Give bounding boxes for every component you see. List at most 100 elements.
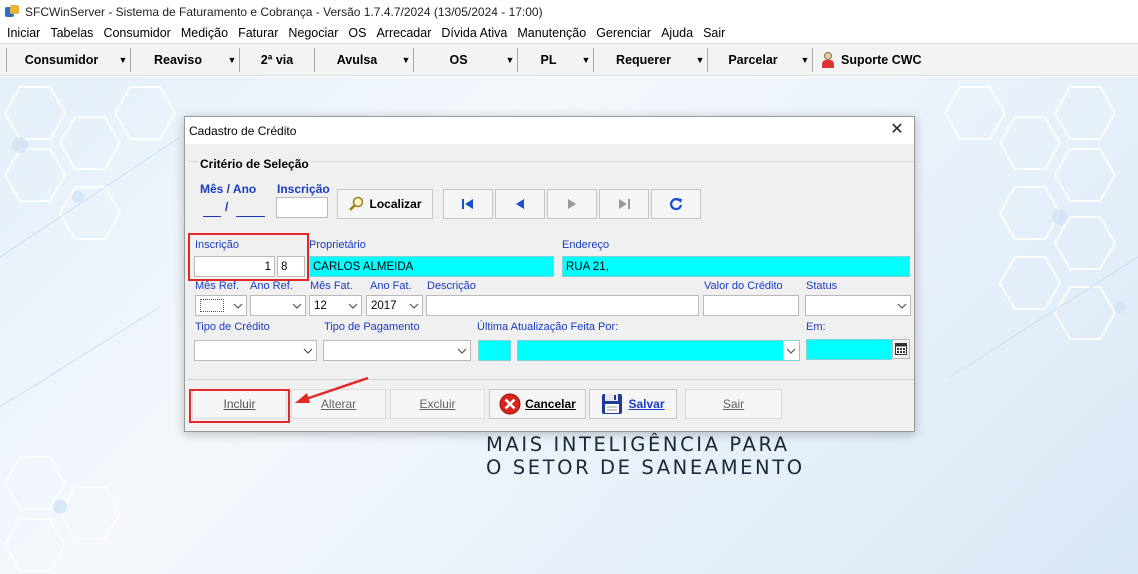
ano-ref-label: Ano Ref.: [250, 280, 293, 292]
search-ano-field[interactable]: [236, 203, 265, 217]
close-icon[interactable]: ✕: [888, 121, 906, 139]
salvar-label: Salvar: [628, 397, 665, 411]
mes-ref-select[interactable]: [195, 295, 247, 316]
cancel-x-icon: [499, 393, 521, 415]
tipo-credito-select[interactable]: [194, 340, 317, 361]
menu-medicao[interactable]: Medição: [176, 26, 233, 40]
tipo-pagamento-select[interactable]: [323, 340, 471, 361]
skip-first-icon: [462, 199, 473, 209]
toolbar-2via-button[interactable]: 2ª via: [240, 47, 314, 73]
toolbar-requerer-button[interactable]: Requerer ▼: [594, 47, 707, 73]
chevron-down-icon[interactable]: [345, 296, 361, 315]
toolbar-suporte-button[interactable]: Suporte CWC: [813, 51, 922, 68]
excluir-label: Excluir: [419, 397, 456, 411]
mes-fat-select[interactable]: 12: [309, 295, 362, 316]
search-mes-field[interactable]: [203, 203, 221, 217]
slogan-line-1: MAIS INTELIGÊNCIA PARA: [486, 433, 790, 456]
mes-ref-label: Mês Ref.: [195, 280, 240, 292]
chevron-down-icon[interactable]: ▼: [399, 55, 413, 65]
toolbar-suporte-label: Suporte CWC: [841, 52, 922, 67]
mes-ano-label: Mês / Ano: [200, 182, 257, 196]
menu-iniciar[interactable]: Iniciar: [2, 26, 45, 40]
status-select[interactable]: [805, 295, 911, 316]
proprietario-value: CARLOS ALMEIDA: [313, 260, 414, 273]
toolbar-2via-label: 2ª via: [260, 52, 294, 67]
ano-fat-select[interactable]: 2017: [366, 295, 423, 316]
ultima-atualizacao-user-select[interactable]: [517, 340, 800, 361]
menu-ajuda[interactable]: Ajuda: [656, 26, 698, 40]
chevron-down-icon[interactable]: [230, 296, 246, 315]
excluir-button[interactable]: Excluir: [390, 389, 485, 419]
chevron-down-icon[interactable]: [783, 341, 799, 360]
previous-arrow-icon: [516, 199, 524, 209]
menu-os[interactable]: OS: [343, 26, 371, 40]
toolbar-consumidor-button[interactable]: Consumidor ▼: [7, 47, 130, 73]
chevron-down-icon[interactable]: ▼: [693, 55, 707, 65]
menu-arrecadar[interactable]: Arrecadar: [371, 26, 436, 40]
chevron-down-icon[interactable]: ▼: [503, 55, 517, 65]
endereco-value: RUA 21,: [566, 260, 609, 273]
chevron-down-icon[interactable]: ▼: [116, 55, 130, 65]
descricao-input[interactable]: [426, 295, 699, 316]
menu-divida-ativa[interactable]: Dívida Ativa: [436, 26, 512, 40]
cancelar-label: Cancelar: [525, 397, 576, 411]
toolbar-parcelar-label: Parcelar: [728, 52, 778, 67]
search-icon: [349, 196, 364, 211]
status-label: Status: [806, 280, 838, 292]
window-titlebar: SFCWinServer - Sistema de Faturamento e …: [0, 0, 1138, 23]
menu-gerenciar[interactable]: Gerenciar: [591, 26, 656, 40]
toolbar-pl-button[interactable]: PL ▼: [518, 47, 593, 73]
incluir-highlight-box: [189, 389, 290, 423]
valor-credito-input[interactable]: [703, 295, 799, 316]
calendar-icon: [895, 343, 907, 355]
slogan: MAIS INTELIGÊNCIA PARA O SETOR DE SANEAM…: [486, 433, 805, 479]
cancelar-button[interactable]: Cancelar: [489, 389, 586, 419]
em-date-input[interactable]: [806, 339, 892, 360]
toolbar-avulsa-button[interactable]: Avulsa ▼: [315, 47, 413, 73]
chevron-down-icon[interactable]: [454, 341, 470, 360]
refresh-button[interactable]: [651, 189, 701, 219]
tipo-credito-label: Tipo de Crédito: [195, 321, 270, 333]
toolbar-parcelar-button[interactable]: Parcelar ▼: [708, 47, 812, 73]
proprietario-label: Proprietário: [309, 239, 366, 251]
chevron-down-icon[interactable]: [894, 296, 910, 315]
next-arrow-icon: [568, 199, 576, 209]
sair-button[interactable]: Sair: [685, 389, 782, 419]
toolbar-os-button[interactable]: OS ▼: [414, 47, 517, 73]
proprietario-input[interactable]: CARLOS ALMEIDA: [309, 256, 554, 277]
chevron-down-icon[interactable]: [300, 341, 316, 360]
ultima-atualizacao-code-input[interactable]: [478, 340, 511, 361]
localizar-button[interactable]: Localizar: [337, 189, 433, 219]
endereco-input[interactable]: RUA 21,: [562, 256, 910, 277]
dialog-title: Cadastro de Crédito: [189, 123, 297, 138]
em-label: Em:: [806, 321, 826, 333]
search-inscricao-label: Inscrição: [277, 182, 330, 196]
tipo-pagamento-label: Tipo de Pagamento: [324, 321, 420, 333]
mes-fat-value: 12: [314, 299, 327, 312]
previous-record-button[interactable]: [495, 189, 545, 219]
chevron-down-icon[interactable]: [289, 296, 305, 315]
chevron-down-icon[interactable]: ▼: [579, 55, 593, 65]
ano-fat-value: 2017: [371, 299, 397, 312]
menu-tabelas[interactable]: Tabelas: [45, 26, 98, 40]
menu-sair[interactable]: Sair: [698, 26, 730, 40]
menu-consumidor[interactable]: Consumidor: [98, 26, 175, 40]
menu-manutencao[interactable]: Manutenção: [512, 26, 591, 40]
chevron-down-icon[interactable]: ▼: [798, 55, 812, 65]
chevron-down-icon[interactable]: ▼: [225, 55, 239, 65]
search-inscricao-input[interactable]: [276, 197, 328, 218]
last-record-button[interactable]: [599, 189, 649, 219]
menu-faturar[interactable]: Faturar: [233, 26, 283, 40]
salvar-button[interactable]: Salvar: [589, 389, 677, 419]
first-record-button[interactable]: [443, 189, 493, 219]
ano-ref-select[interactable]: [250, 295, 306, 316]
next-record-button[interactable]: [547, 189, 597, 219]
app-icon: [5, 4, 19, 19]
chevron-down-icon[interactable]: [406, 296, 422, 315]
menu-negociar[interactable]: Negociar: [283, 26, 343, 40]
support-person-icon: [821, 51, 835, 68]
cadastro-credito-dialog: Cadastro de Crédito ✕ Critério de Seleçã…: [184, 116, 915, 432]
mes-ref-value: [196, 299, 230, 312]
calendar-button[interactable]: [892, 339, 910, 359]
toolbar-reaviso-button[interactable]: Reaviso ▼: [131, 47, 239, 73]
